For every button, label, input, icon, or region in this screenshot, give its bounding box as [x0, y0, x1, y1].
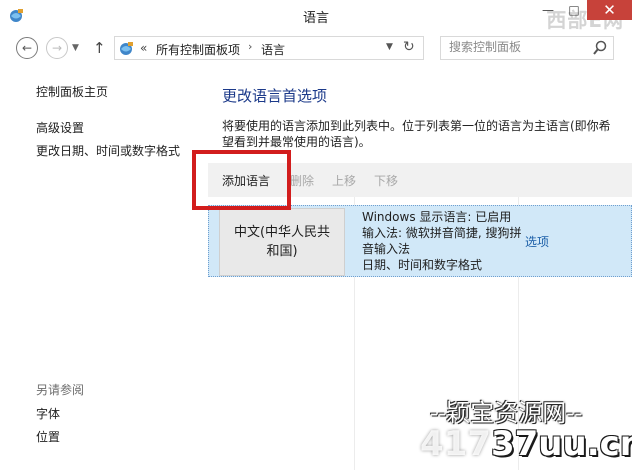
control-panel-home-link[interactable]: 控制面板主页: [36, 83, 108, 100]
navigation-bar: ← → ▼ ↑ « 所有控制面板项 › 语言 ▼ ↻: [0, 31, 632, 65]
language-details: Windows 显示语言: 已启用 输入法: 微软拼音简捷, 搜狗拼音输入法 日…: [362, 209, 522, 273]
move-up-button[interactable]: 上移: [332, 172, 356, 189]
fonts-link[interactable]: 字体: [36, 405, 60, 422]
breadcrumb-all-control-panel-items[interactable]: 所有控制面板项: [156, 41, 240, 58]
language-row[interactable]: 中文(中华人民共和国) Windows 显示语言: 已启用 输入法: 微软拼音简…: [208, 205, 632, 277]
display-language-status: Windows 显示语言: 已启用: [362, 210, 512, 224]
date-time-number-format: 日期、时间和数字格式: [362, 258, 483, 272]
control-panel-icon: [120, 42, 133, 55]
location-link[interactable]: 位置: [36, 428, 60, 445]
window-controls: — □ ✕: [535, 0, 632, 22]
move-down-button[interactable]: 下移: [374, 172, 398, 189]
watermark-banner: --颖宝资源网--: [430, 399, 583, 427]
annotation-highlight-box: [192, 150, 291, 210]
arrow-left-icon: ←: [21, 41, 33, 55]
chevron-down-icon[interactable]: ▼: [386, 42, 393, 52]
change-date-time-format-link[interactable]: 更改日期、时间或数字格式: [36, 142, 180, 159]
maximize-button[interactable]: □: [561, 0, 587, 20]
language-options-link[interactable]: 选项: [525, 233, 549, 250]
breadcrumb-language[interactable]: 语言: [261, 41, 285, 58]
arrow-right-icon: →: [51, 41, 63, 55]
watermark-site-name: 37uu.cn: [490, 424, 632, 464]
forward-button[interactable]: →: [46, 37, 68, 59]
address-bar[interactable]: « 所有控制面板项 › 语言 ▼ ↻: [114, 36, 424, 60]
recent-locations-button[interactable]: ▼: [72, 43, 79, 53]
arrow-up-icon: ↑: [93, 39, 106, 57]
watermark-site-prefix: 417: [420, 424, 491, 464]
page-description: 将要使用的语言添加到此列表中。位于列表第一位的语言为主语言(即你希望看到并最常使…: [222, 119, 611, 149]
watermark-site: 41737uu.cn: [420, 424, 632, 464]
see-also-heading: 另请参阅: [36, 383, 85, 397]
search-box[interactable]: [440, 36, 614, 60]
language-tile[interactable]: 中文(中华人民共和国): [219, 208, 345, 276]
input-methods: 输入法: 微软拼音简捷, 搜狗拼音输入法: [362, 226, 522, 256]
language-name: 中文(中华人民共和国): [233, 225, 331, 259]
close-button[interactable]: ✕: [587, 0, 632, 20]
minimize-button[interactable]: —: [535, 0, 561, 20]
search-input[interactable]: [449, 40, 589, 54]
title-bar: 语言 西部E网 — □ ✕: [0, 0, 632, 32]
page-heading: 更改语言首选项: [222, 87, 328, 105]
back-button[interactable]: ←: [16, 37, 38, 59]
search-icon[interactable]: [593, 40, 607, 56]
advanced-settings-link[interactable]: 高级设置: [36, 119, 84, 136]
breadcrumb-overflow-icon[interactable]: «: [140, 41, 147, 55]
up-button[interactable]: ↑: [93, 39, 106, 57]
remove-button[interactable]: 删除: [290, 172, 314, 189]
refresh-icon[interactable]: ↻: [403, 39, 415, 55]
breadcrumb-separator-icon[interactable]: ›: [248, 40, 252, 53]
